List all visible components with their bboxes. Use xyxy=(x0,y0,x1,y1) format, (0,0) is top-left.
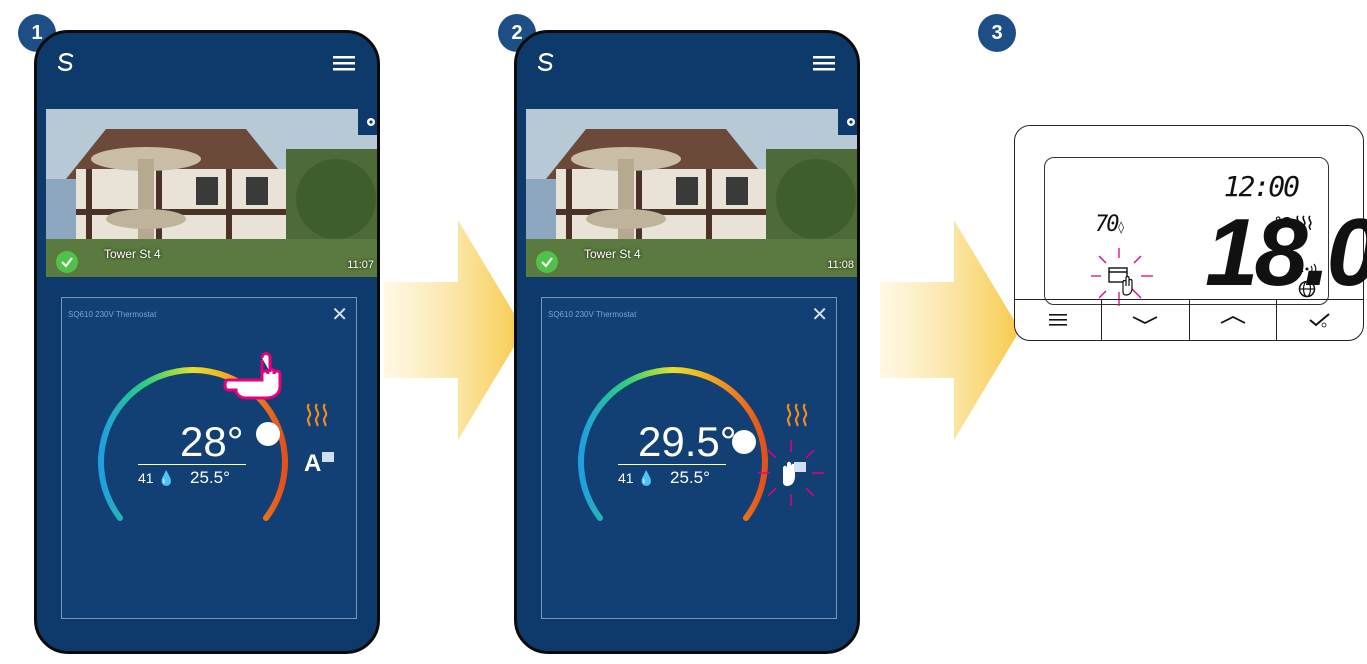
globe-icon xyxy=(1298,280,1316,298)
arrow-right-icon xyxy=(880,220,1020,440)
humidity-value: 41 💧 xyxy=(138,470,175,486)
house-time: 11:07 xyxy=(347,259,374,271)
hamburger-menu-icon[interactable] xyxy=(813,55,835,71)
set-temperature: 28° xyxy=(180,418,244,465)
lcd-humidity: 70◊ xyxy=(1095,212,1125,237)
dial-handle xyxy=(256,422,280,446)
chevron-up-icon xyxy=(1220,315,1246,324)
device-menu-button[interactable] xyxy=(1015,300,1103,340)
auto-mode-label[interactable]: A xyxy=(304,450,321,478)
phone-screen-2: Tower St 4 11:08 SQ610 230V Thermostat ✕… xyxy=(514,30,860,654)
thermostat-card[interactable]: SQ610 230V Thermostat ✕ 29.5° 41 💧 25.5° xyxy=(541,297,837,619)
house-photo[interactable]: Tower St 4 11:07 xyxy=(46,109,377,277)
wireless-signal-icon xyxy=(1297,263,1317,275)
hand-pointer-icon xyxy=(223,352,282,400)
app-header xyxy=(37,33,377,93)
house-name: Tower St 4 xyxy=(584,247,641,261)
current-temperature: 25.5° xyxy=(670,468,710,487)
schedule-mini-icon xyxy=(322,452,334,462)
checkmark-power-icon xyxy=(1309,313,1330,328)
online-status-icon xyxy=(536,251,558,273)
lcd-display: 12:00 18.0 °C 70◊ xyxy=(1044,157,1367,306)
salus-logo-icon xyxy=(57,52,74,72)
current-temperature: 25.5° xyxy=(190,468,230,487)
set-temperature: 29.5° xyxy=(638,418,737,465)
device-down-button[interactable] xyxy=(1102,300,1190,340)
gear-icon xyxy=(847,118,855,126)
lcd-heating-icon xyxy=(1296,215,1312,230)
thermostat-device: 12:00 18.0 °C 70◊ xyxy=(1014,125,1367,341)
salus-logo-icon xyxy=(537,52,554,72)
house-time: 11:08 xyxy=(827,259,854,271)
thermostat-card[interactable]: SQ610 230V Thermostat ✕ 28° 41 💧 25.5° A xyxy=(61,297,357,619)
app-header xyxy=(517,33,857,93)
settings-gear-button[interactable] xyxy=(838,109,857,135)
hamburger-menu-icon[interactable] xyxy=(333,55,355,71)
menu-lines-icon xyxy=(1049,314,1068,326)
chevron-down-icon xyxy=(1132,316,1158,325)
gear-icon xyxy=(367,118,375,126)
heating-icon xyxy=(786,403,808,427)
settings-gear-button[interactable] xyxy=(358,109,377,135)
humidity-icon: 💧 xyxy=(157,470,175,486)
manual-mode-hand-icon[interactable] xyxy=(756,438,826,508)
lcd-humidity-icon: ◊ xyxy=(1117,220,1125,234)
device-confirm-button[interactable] xyxy=(1277,300,1363,340)
house-name: Tower St 4 xyxy=(104,247,161,261)
device-button-row xyxy=(1015,299,1363,340)
heating-icon xyxy=(306,403,328,427)
lcd-unit: °C xyxy=(1275,214,1292,231)
humidity-value: 41 💧 xyxy=(618,470,655,486)
phone-screen-1: Tower St 4 11:07 SQ610 230V Thermostat ✕… xyxy=(34,30,380,654)
divider xyxy=(138,464,246,465)
device-up-button[interactable] xyxy=(1190,300,1277,340)
arrow-right-icon xyxy=(384,220,524,440)
humidity-icon: 💧 xyxy=(637,470,655,486)
online-status-icon xyxy=(56,251,78,273)
step-badge-3: 3 xyxy=(978,14,1016,52)
divider xyxy=(618,464,726,465)
house-photo[interactable]: Tower St 4 11:08 xyxy=(526,109,857,277)
